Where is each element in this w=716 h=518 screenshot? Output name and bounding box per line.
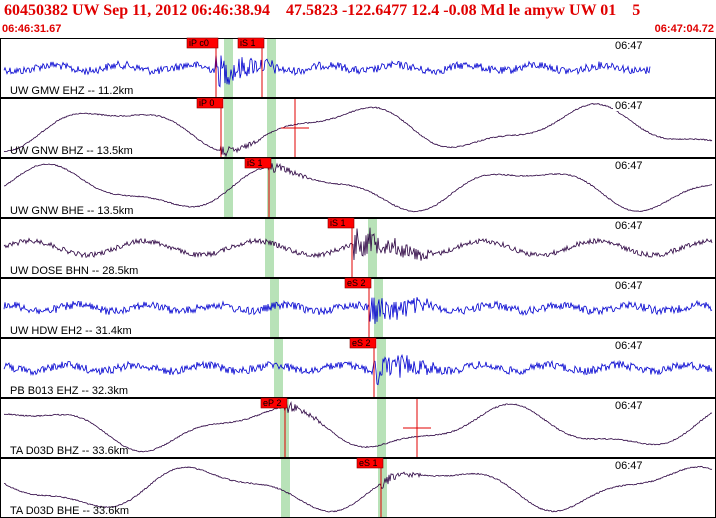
clock-label: 06:47 [615, 40, 643, 52]
trace-panel[interactable]: eS 2 06:47 UW HDW EH2 -- 31.4km [0, 277, 716, 338]
trace-panel[interactable]: iS 1 06:47 UW DOSE BHN -- 28.5km [0, 217, 716, 278]
clock-label: 06:47 [615, 460, 643, 472]
trace-panel[interactable]: iS 1 06:47 UW GNW BHE -- 13.5km [0, 157, 716, 218]
station-label: TA D03D BHZ -- 33.6km [10, 445, 128, 457]
clock-label: 06:47 [615, 280, 643, 292]
trace-panel[interactable]: eS 1 06:47 TA D03D BHE -- 33.6km [0, 457, 716, 518]
travel-time-band [267, 39, 276, 97]
trace-panel[interactable]: eP 2 06:47 TA D03D BHZ -- 33.6km [0, 397, 716, 458]
travel-time-band [224, 39, 233, 97]
station-label: UW GNW BHE -- 13.5km [10, 205, 133, 217]
pick-label: iS 1 [247, 158, 263, 168]
station-label: TA D03D BHE -- 33.6km [10, 505, 129, 517]
travel-time-band [265, 219, 274, 277]
clock-label: 06:47 [615, 220, 643, 232]
travel-time-band [368, 219, 377, 277]
pick-label: iS 1 [240, 38, 256, 48]
travel-time-band [377, 339, 386, 397]
pick-label: iS 1 [330, 218, 346, 228]
travel-time-band [281, 459, 290, 517]
station-label: UW GNW BHZ -- 13.5km [10, 145, 133, 157]
trace-panel[interactable]: iP 0 06:47 UW GNW BHZ -- 13.5km [0, 97, 716, 158]
clock-label: 06:47 [615, 100, 643, 112]
station-label: UW HDW EH2 -- 31.4km [10, 325, 132, 337]
pick-label: iP c0 [189, 38, 209, 48]
travel-time-band [377, 399, 386, 457]
pick-label: eS 1 [359, 458, 378, 468]
clock-label: 06:47 [615, 160, 643, 172]
pick-label: eP 2 [263, 398, 281, 408]
travel-time-band [267, 99, 276, 157]
pick-label: eS 2 [352, 338, 371, 348]
travel-time-band [374, 279, 383, 337]
station-label: PB B013 EHZ -- 32.3km [10, 385, 128, 397]
station-label: UW GMW EHZ -- 11.2km [10, 85, 133, 97]
seismogram-panel[interactable]: iP c0 iS 1 06:47 UW GMW EHZ -- 11.2km iP 0 06… [0, 0, 716, 518]
clock-label: 06:47 [615, 340, 643, 352]
pick-label: iP 0 [199, 98, 214, 108]
trace-panel[interactable]: iP c0 iS 1 06:47 UW GMW EHZ -- 11.2km [0, 37, 716, 98]
trace-panel[interactable]: eS 2 06:47 PB B013 EHZ -- 32.3km [0, 337, 716, 398]
station-label: UW DOSE BHN -- 28.5km [10, 265, 138, 277]
pick-label: eS 2 [347, 278, 366, 288]
clock-label: 06:47 [615, 400, 643, 412]
